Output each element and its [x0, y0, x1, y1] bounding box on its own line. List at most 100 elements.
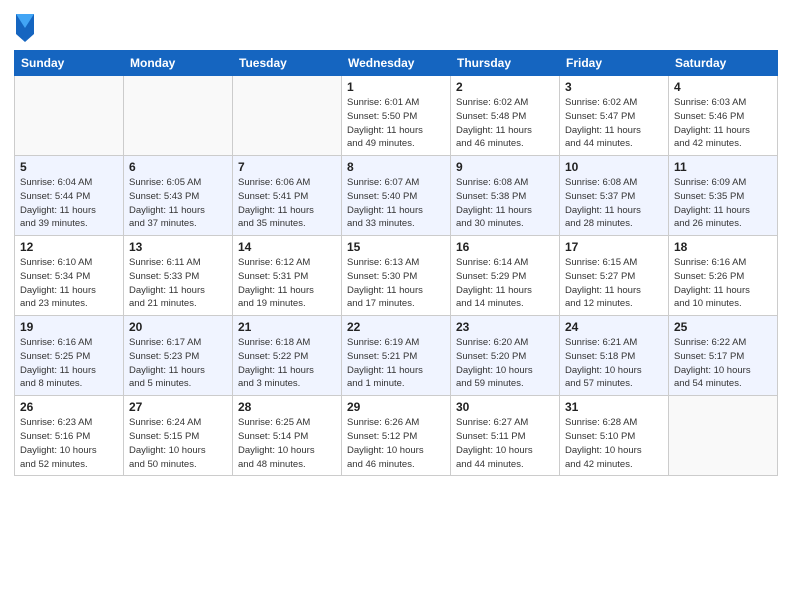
- calendar-day-header: Tuesday: [233, 51, 342, 76]
- calendar-cell: 14 Sunrise: 6:12 AM Sunset: 5:31 PM Dayli…: [233, 236, 342, 316]
- calendar-day-header: Saturday: [669, 51, 778, 76]
- day-info: Sunrise: 6:08 AM Sunset: 5:37 PM Dayligh…: [565, 176, 663, 231]
- day-number: 16: [456, 240, 554, 254]
- day-info: Sunrise: 6:10 AM Sunset: 5:34 PM Dayligh…: [20, 256, 118, 311]
- calendar-cell: 23Sunrise: 6:20 AM Sunset: 5:20 PM Dayli…: [451, 316, 560, 396]
- day-info: Sunrise: 6:08 AM Sunset: 5:38 PM Dayligh…: [456, 176, 554, 231]
- day-info: Sunrise: 6:17 AM Sunset: 5:23 PM Dayligh…: [129, 336, 227, 391]
- calendar-cell: 4 Sunrise: 6:03 AM Sunset: 5:46 PM Daylig…: [669, 76, 778, 156]
- calendar-cell: 5 Sunrise: 6:04 AM Sunset: 5:44 PM Daylig…: [15, 156, 124, 236]
- day-info: Sunrise: 6:23 AM Sunset: 5:16 PM Dayligh…: [20, 416, 118, 471]
- calendar-cell: 24Sunrise: 6:21 AM Sunset: 5:18 PM Dayli…: [560, 316, 669, 396]
- calendar-cell: 7Sunrise: 6:06 AM Sunset: 5:41 PM Daylig…: [233, 156, 342, 236]
- calendar-week-row: 5 Sunrise: 6:04 AM Sunset: 5:44 PM Daylig…: [15, 156, 778, 236]
- day-info: Sunrise: 6:25 AM Sunset: 5:14 PM Dayligh…: [238, 416, 336, 471]
- day-number: 11: [674, 160, 772, 174]
- calendar-cell: 15 Sunrise: 6:13 AM Sunset: 5:30 PM Dayli…: [342, 236, 451, 316]
- day-info: Sunrise: 6:03 AM Sunset: 5:46 PM Dayligh…: [674, 96, 772, 151]
- calendar-cell: [124, 76, 233, 156]
- day-info: Sunrise: 6:19 AM Sunset: 5:21 PM Dayligh…: [347, 336, 445, 391]
- calendar-day-header: Sunday: [15, 51, 124, 76]
- calendar-cell: 9 Sunrise: 6:08 AM Sunset: 5:38 PM Daylig…: [451, 156, 560, 236]
- day-number: 8: [347, 160, 445, 174]
- calendar-cell: 11 Sunrise: 6:09 AM Sunset: 5:35 PM Dayli…: [669, 156, 778, 236]
- calendar-cell: 22 Sunrise: 6:19 AM Sunset: 5:21 PM Dayli…: [342, 316, 451, 396]
- calendar-cell: [233, 76, 342, 156]
- day-info: Sunrise: 6:22 AM Sunset: 5:17 PM Dayligh…: [674, 336, 772, 391]
- day-info: Sunrise: 6:04 AM Sunset: 5:44 PM Dayligh…: [20, 176, 118, 231]
- day-number: 26: [20, 400, 118, 414]
- calendar-cell: 29Sunrise: 6:26 AM Sunset: 5:12 PM Dayli…: [342, 396, 451, 476]
- calendar-cell: 20 Sunrise: 6:17 AM Sunset: 5:23 PM Dayli…: [124, 316, 233, 396]
- day-number: 9: [456, 160, 554, 174]
- day-number: 30: [456, 400, 554, 414]
- day-number: 14: [238, 240, 336, 254]
- calendar-cell: 8 Sunrise: 6:07 AM Sunset: 5:40 PM Daylig…: [342, 156, 451, 236]
- day-info: Sunrise: 6:11 AM Sunset: 5:33 PM Dayligh…: [129, 256, 227, 311]
- calendar-week-row: 19Sunrise: 6:16 AM Sunset: 5:25 PM Dayli…: [15, 316, 778, 396]
- day-number: 29: [347, 400, 445, 414]
- day-number: 17: [565, 240, 663, 254]
- calendar-cell: 3 Sunrise: 6:02 AM Sunset: 5:47 PM Daylig…: [560, 76, 669, 156]
- day-info: Sunrise: 6:12 AM Sunset: 5:31 PM Dayligh…: [238, 256, 336, 311]
- calendar-cell: 16 Sunrise: 6:14 AM Sunset: 5:29 PM Dayli…: [451, 236, 560, 316]
- calendar-cell: 17 Sunrise: 6:15 AM Sunset: 5:27 PM Dayli…: [560, 236, 669, 316]
- calendar-day-header: Friday: [560, 51, 669, 76]
- day-number: 10: [565, 160, 663, 174]
- day-number: 4: [674, 80, 772, 94]
- calendar-cell: 12 Sunrise: 6:10 AM Sunset: 5:34 PM Dayli…: [15, 236, 124, 316]
- day-info: Sunrise: 6:15 AM Sunset: 5:27 PM Dayligh…: [565, 256, 663, 311]
- calendar-table: SundayMondayTuesdayWednesdayThursdayFrid…: [14, 50, 778, 476]
- calendar-cell: 13 Sunrise: 6:11 AM Sunset: 5:33 PM Dayli…: [124, 236, 233, 316]
- day-info: Sunrise: 6:14 AM Sunset: 5:29 PM Dayligh…: [456, 256, 554, 311]
- calendar-cell: 28 Sunrise: 6:25 AM Sunset: 5:14 PM Dayli…: [233, 396, 342, 476]
- calendar-cell: 19Sunrise: 6:16 AM Sunset: 5:25 PM Dayli…: [15, 316, 124, 396]
- calendar-cell: 1 Sunrise: 6:01 AM Sunset: 5:50 PM Daylig…: [342, 76, 451, 156]
- day-info: Sunrise: 6:09 AM Sunset: 5:35 PM Dayligh…: [674, 176, 772, 231]
- day-info: Sunrise: 6:20 AM Sunset: 5:20 PM Dayligh…: [456, 336, 554, 391]
- calendar-cell: 26 Sunrise: 6:23 AM Sunset: 5:16 PM Dayli…: [15, 396, 124, 476]
- day-number: 3: [565, 80, 663, 94]
- calendar-cell: 27Sunrise: 6:24 AM Sunset: 5:15 PM Dayli…: [124, 396, 233, 476]
- calendar-cell: [669, 396, 778, 476]
- day-info: Sunrise: 6:02 AM Sunset: 5:47 PM Dayligh…: [565, 96, 663, 151]
- calendar-day-header: Monday: [124, 51, 233, 76]
- calendar-cell: 6 Sunrise: 6:05 AM Sunset: 5:43 PM Daylig…: [124, 156, 233, 236]
- calendar-cell: 30 Sunrise: 6:27 AM Sunset: 5:11 PM Dayli…: [451, 396, 560, 476]
- logo: [14, 14, 38, 42]
- day-number: 24: [565, 320, 663, 334]
- day-info: Sunrise: 6:13 AM Sunset: 5:30 PM Dayligh…: [347, 256, 445, 311]
- calendar-week-row: 1 Sunrise: 6:01 AM Sunset: 5:50 PM Daylig…: [15, 76, 778, 156]
- day-number: 20: [129, 320, 227, 334]
- calendar-cell: 31 Sunrise: 6:28 AM Sunset: 5:10 PM Dayli…: [560, 396, 669, 476]
- day-number: 5: [20, 160, 118, 174]
- calendar-day-header: Thursday: [451, 51, 560, 76]
- calendar-header-row: SundayMondayTuesdayWednesdayThursdayFrid…: [15, 51, 778, 76]
- day-number: 12: [20, 240, 118, 254]
- day-number: 15: [347, 240, 445, 254]
- day-number: 21: [238, 320, 336, 334]
- calendar-cell: [15, 76, 124, 156]
- calendar-cell: 10 Sunrise: 6:08 AM Sunset: 5:37 PM Dayli…: [560, 156, 669, 236]
- day-number: 31: [565, 400, 663, 414]
- calendar-cell: 2Sunrise: 6:02 AM Sunset: 5:48 PM Daylig…: [451, 76, 560, 156]
- day-number: 28: [238, 400, 336, 414]
- calendar-cell: 21Sunrise: 6:18 AM Sunset: 5:22 PM Dayli…: [233, 316, 342, 396]
- day-info: Sunrise: 6:07 AM Sunset: 5:40 PM Dayligh…: [347, 176, 445, 231]
- day-number: 22: [347, 320, 445, 334]
- day-info: Sunrise: 6:27 AM Sunset: 5:11 PM Dayligh…: [456, 416, 554, 471]
- day-number: 6: [129, 160, 227, 174]
- day-info: Sunrise: 6:05 AM Sunset: 5:43 PM Dayligh…: [129, 176, 227, 231]
- day-info: Sunrise: 6:16 AM Sunset: 5:25 PM Dayligh…: [20, 336, 118, 391]
- day-number: 7: [238, 160, 336, 174]
- day-info: Sunrise: 6:01 AM Sunset: 5:50 PM Dayligh…: [347, 96, 445, 151]
- day-info: Sunrise: 6:28 AM Sunset: 5:10 PM Dayligh…: [565, 416, 663, 471]
- day-number: 13: [129, 240, 227, 254]
- page: SundayMondayTuesdayWednesdayThursdayFrid…: [0, 0, 792, 612]
- day-number: 25: [674, 320, 772, 334]
- calendar-cell: 18Sunrise: 6:16 AM Sunset: 5:26 PM Dayli…: [669, 236, 778, 316]
- logo-icon: [16, 14, 34, 42]
- calendar-week-row: 12 Sunrise: 6:10 AM Sunset: 5:34 PM Dayli…: [15, 236, 778, 316]
- day-info: Sunrise: 6:02 AM Sunset: 5:48 PM Dayligh…: [456, 96, 554, 151]
- day-number: 1: [347, 80, 445, 94]
